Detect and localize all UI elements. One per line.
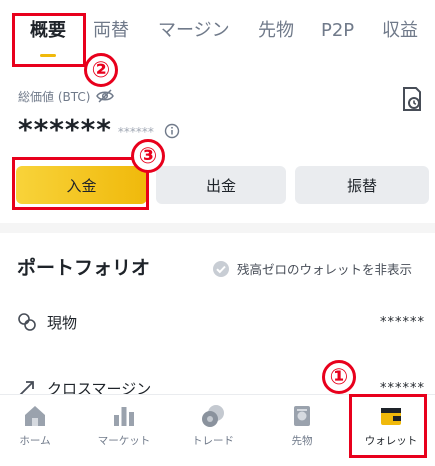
nav-markets-label: マーケット <box>97 435 151 447</box>
eye-off-icon[interactable] <box>96 89 115 103</box>
spot-value: ****** <box>380 314 425 330</box>
tab-p2p[interactable]: P2P <box>321 18 354 44</box>
transfer-button[interactable]: 振替 <box>295 166 429 204</box>
home-icon <box>25 406 45 426</box>
portfolio-row-spot[interactable]: 現物 ****** <box>17 309 427 335</box>
nav-futures-label: 先物 <box>291 435 313 447</box>
check-circle-icon <box>213 260 229 277</box>
highlight-overview-tab <box>12 13 86 67</box>
tab-earn[interactable]: 収益 <box>382 18 418 44</box>
nav-trade[interactable]: トレード <box>178 403 248 448</box>
step-1-badge: ① <box>322 360 356 394</box>
nav-home[interactable]: ホーム <box>0 403 70 448</box>
step-3-badge: ③ <box>131 139 165 173</box>
history-icon[interactable] <box>400 86 424 112</box>
tab-exchange[interactable]: 両替 <box>93 18 129 44</box>
total-value-label-row: 総価値 (BTC) <box>18 87 115 105</box>
tab-margin[interactable]: マージン <box>158 18 230 44</box>
hide-zero-label: 残高ゼロのウォレットを非表示 <box>237 262 413 277</box>
nav-home-label: ホーム <box>19 435 51 447</box>
trade-icon <box>202 405 224 427</box>
total-balance: ****** <box>18 112 112 146</box>
portfolio-title: ポートフォリオ <box>17 257 151 279</box>
markets-icon <box>114 407 134 426</box>
spot-label: 現物 <box>47 313 78 332</box>
highlight-wallet-nav <box>349 394 427 458</box>
nav-trade-label: トレード <box>192 435 234 447</box>
futures-icon <box>294 406 310 426</box>
tab-futures[interactable]: 先物 <box>258 18 294 44</box>
nav-futures[interactable]: 先物 <box>267 403 337 448</box>
section-divider <box>0 223 435 233</box>
spot-icon <box>18 313 36 331</box>
info-icon[interactable] <box>164 123 180 139</box>
balance-fiat: ****** <box>117 125 154 139</box>
highlight-deposit-button <box>12 157 149 210</box>
total-value-label: 総価値 (BTC) <box>18 89 91 104</box>
step-2-badge: ② <box>84 53 118 87</box>
nav-markets[interactable]: マーケット <box>89 403 159 448</box>
withdraw-button[interactable]: 出金 <box>156 166 286 204</box>
hide-zero-balance-toggle[interactable]: 残高ゼロのウォレットを非表示 <box>212 259 412 278</box>
